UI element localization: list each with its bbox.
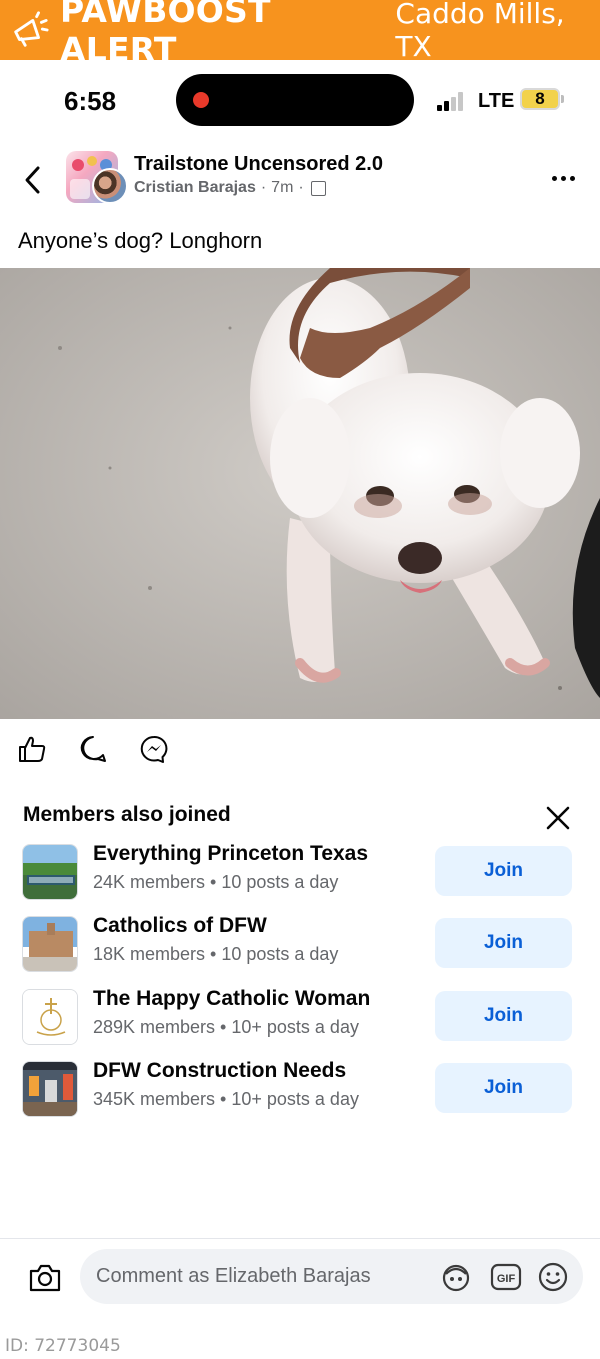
comment-placeholder: Comment as Elizabeth Barajas xyxy=(96,1265,371,1287)
back-chevron-icon[interactable] xyxy=(22,164,44,196)
signal-strength-icon xyxy=(437,91,467,111)
suggested-group[interactable]: Catholics of DFW 18K members • 10 posts … xyxy=(0,912,600,984)
group-stats: 24K members • 10 posts a day xyxy=(93,872,339,892)
recording-indicator-icon xyxy=(193,92,209,108)
listing-id: ID: 72773045 xyxy=(5,1336,121,1356)
post-meta: Cristian Barajas · 7m · xyxy=(134,179,326,197)
group-name[interactable]: Trailstone Uncensored 2.0 xyxy=(134,153,383,176)
battery-level: 8 xyxy=(535,89,545,108)
battery-cap xyxy=(561,95,564,103)
more-options-icon[interactable] xyxy=(552,176,575,181)
group-stats: 18K members • 10 posts a day xyxy=(93,944,339,964)
post-author[interactable]: Cristian Barajas xyxy=(134,179,256,197)
pawboost-banner: PAWBOOST ALERT Caddo Mills, TX xyxy=(0,0,600,69)
close-icon[interactable] xyxy=(545,805,571,831)
group-thumbnail[interactable] xyxy=(22,1061,78,1117)
banner-brand: PAWBOOST ALERT xyxy=(59,0,271,69)
suggested-group[interactable]: Everything Princeton Texas 24K members •… xyxy=(0,840,600,912)
messenger-icon[interactable] xyxy=(139,734,169,764)
members-also-joined-title: Members also joined xyxy=(23,803,231,826)
avatar-sticker-icon[interactable] xyxy=(440,1262,472,1292)
comment-bar: Comment as Elizabeth Barajas GIF xyxy=(0,1238,600,1318)
meta-separator: · xyxy=(260,179,267,196)
status-time: 6:58 xyxy=(64,86,117,116)
join-button[interactable]: Join xyxy=(435,1063,572,1113)
banner-location: Caddo Mills, TX xyxy=(395,0,565,63)
megaphone-icon xyxy=(14,11,49,47)
like-icon[interactable] xyxy=(17,734,47,764)
group-stats: 345K members • 10+ posts a day xyxy=(93,1089,359,1109)
comment-icon[interactable] xyxy=(78,734,108,764)
suggested-group[interactable]: The Happy Catholic Woman 289K members • … xyxy=(0,985,600,1057)
join-button[interactable]: Join xyxy=(435,846,572,896)
group-name[interactable]: Catholics of DFW xyxy=(93,914,267,938)
camera-icon[interactable] xyxy=(28,1263,62,1293)
group-name[interactable]: The Happy Catholic Woman xyxy=(93,987,370,1011)
join-button[interactable]: Join xyxy=(435,918,572,968)
group-name[interactable]: Everything Princeton Texas xyxy=(93,842,368,866)
group-name[interactable]: DFW Construction Needs xyxy=(93,1059,346,1083)
status-bar: 6:58 LTE 8 xyxy=(0,60,600,140)
comment-input[interactable]: Comment as Elizabeth Barajas GIF xyxy=(80,1249,583,1304)
author-avatar[interactable] xyxy=(92,168,128,204)
post-time: 7m xyxy=(271,179,294,196)
network-type: LTE xyxy=(478,90,515,112)
gif-icon[interactable]: GIF xyxy=(490,1262,522,1292)
group-stats: 289K members • 10+ posts a day xyxy=(93,1017,359,1037)
dynamic-island xyxy=(176,74,414,126)
post-header: Trailstone Uncensored 2.0 Cristian Baraj… xyxy=(0,140,600,220)
emoji-icon[interactable] xyxy=(537,1262,569,1292)
gif-label: GIF xyxy=(497,1273,516,1285)
group-thumbnail[interactable] xyxy=(22,844,78,900)
meta-separator: · xyxy=(298,179,304,196)
group-thumbnail[interactable] xyxy=(22,989,78,1045)
battery-icon: 8 xyxy=(520,88,560,110)
post-actions xyxy=(0,730,600,770)
group-privacy-icon xyxy=(310,180,326,196)
post-text: Anyone’s dog? Longhorn xyxy=(18,228,263,253)
suggested-group[interactable]: DFW Construction Needs 345K members • 10… xyxy=(0,1057,600,1129)
group-thumbnail[interactable] xyxy=(22,916,78,972)
white-dog-photo[interactable] xyxy=(0,268,600,719)
join-button[interactable]: Join xyxy=(435,991,572,1041)
